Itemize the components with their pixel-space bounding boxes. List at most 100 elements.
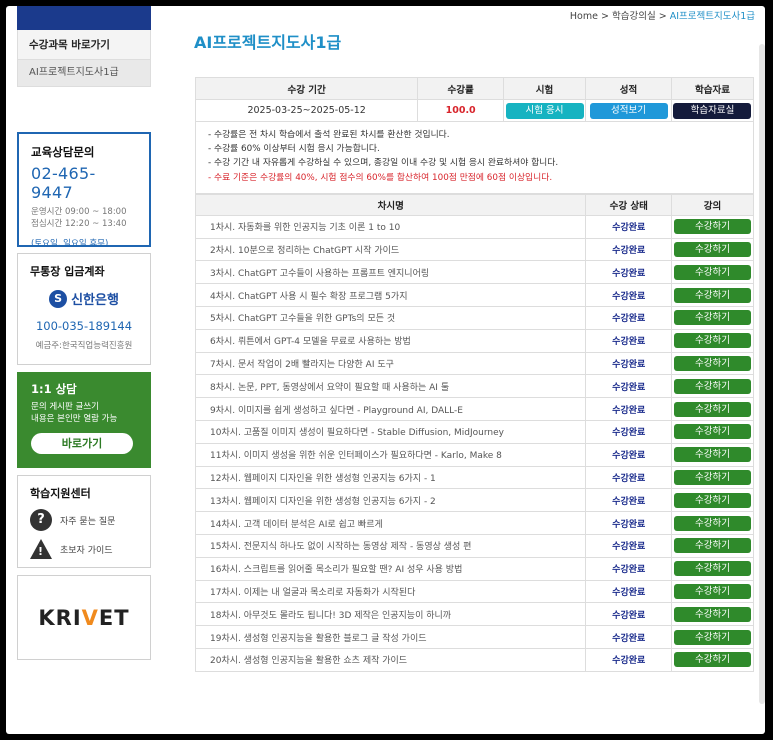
lesson-status: 수강완료 [585,237,672,262]
start-lesson-button[interactable]: 수강하기 [674,469,751,485]
lesson-status: 수강완료 [585,465,672,490]
table-row: 10차시. 고품질 이미지 생성이 필요하다면 - Stable Diffusi… [194,419,754,444]
one-on-one-desc-2: 내용은 본인만 열람 가능 [31,414,118,424]
start-lesson-button[interactable]: 수강하기 [674,538,751,554]
bank-box: 무통장 입금계좌 S 신한은행 100-035-189144 예금주:한국직업능… [17,253,151,365]
contact-holiday: (토요일, 일요일 휴무) [31,239,109,249]
table-row: 17차시. 이제는 내 얼굴과 목소리로 자동화가 시작된다 수강완료 수강하기 [194,579,754,604]
course-content: 수강 기간 수강률 시험 성적 학습자료 2025-03-25~2025-05-… [194,77,755,672]
table-row: 11차시. 이미지 생성을 위한 쉬운 인터페이스가 필요하다면 - Karlo… [194,442,754,467]
lesson-title: 9차시. 이미지를 쉽게 생성하고 싶다면 - Playground AI, D… [194,397,587,421]
lesson-title: 10차시. 고품질 이미지 생성이 필요하다면 - Stable Diffusi… [194,419,587,444]
header-lecture: 강의 [671,193,754,216]
start-lesson-button[interactable]: 수강하기 [674,333,751,349]
one-on-one-go-button[interactable]: 바로가기 [31,433,133,454]
start-lesson-button[interactable]: 수강하기 [674,355,751,371]
lesson-status: 수강완료 [585,556,672,581]
lesson-status: 수강완료 [585,397,672,421]
start-lesson-button[interactable]: 수강하기 [674,424,751,440]
start-lesson-button[interactable]: 수강하기 [674,606,751,622]
start-lesson-button[interactable]: 수강하기 [674,652,751,668]
contact-hours: 운영시간 09:00 ~ 18:00 점심시간 12:20 ~ 13:40 [31,206,137,230]
lesson-title: 6차시. 뤼튼에서 GPT-4 모델을 무료로 사용하는 방법 [194,328,587,353]
lesson-status: 수강완료 [585,351,672,376]
lesson-status: 수강완료 [585,602,672,627]
start-lesson-button[interactable]: 수강하기 [674,492,751,508]
table-row: 1차시. 자동화를 위한 인공지능 기초 이론 1 to 10 수강완료 수강하기 [194,214,754,239]
note-2: - 수강률 60% 이상부터 시험 응시 가능합니다. [208,144,380,155]
start-lesson-button[interactable]: 수강하기 [674,287,751,303]
table-row: 3차시. ChatGPT 고수들이 사용하는 프롬프트 엔지니어링 수강완료 수강하… [194,260,754,285]
course-shortcut-item[interactable]: AI프로젝트지도사1급 [18,60,150,86]
contact-phone: 02-465-9447 [31,164,96,202]
lesson-status: 수강완료 [585,283,672,307]
page-title: AI프로젝트지도사1급 [194,33,342,52]
lesson-status: 수강완료 [585,214,672,239]
start-lesson-button[interactable]: 수강하기 [674,219,751,235]
lessons-header-row: 차시명 수강 상태 강의 [194,193,754,216]
lesson-title: 8차시. 논문, PPT, 동영상에서 요약이 필요할 때 사용하는 AI 툴 [194,374,587,399]
lesson-title: 18차시. 아무것도 몰라도 됩니다! 3D 제작은 인공지능이 하니까 [194,602,587,627]
table-row: 6차시. 뤼튼에서 GPT-4 모델을 무료로 사용하는 방법 수강완료 수강하기 [194,328,754,353]
summary-row: 2025-03-25~2025-05-12 100.0 시험 응시 성적보기 학… [194,99,755,122]
beginner-guide-link[interactable]: ! 초보자 가이드 [30,539,138,559]
breadcrumb-home[interactable]: Home [570,11,598,22]
take-exam-button[interactable]: 시험 응시 [505,102,584,119]
contact-title: 교육상담문의 [31,145,95,159]
lesson-status: 수강완료 [585,488,672,513]
bank-logo: S 신한은행 [30,289,138,308]
lesson-title: 16차시. 스크립트를 읽어줄 목소리가 필요할 땐? AI 성우 사용 방법 [194,556,587,581]
table-row: 19차시. 생성형 인공지능을 활용한 블로그 글 작성 가이드 수강완료 수강하기 [194,625,754,649]
lesson-title: 3차시. ChatGPT 고수들이 사용하는 프롬프트 엔지니어링 [194,260,587,285]
one-on-one-box: 1:1 상담 문의 게시판 글쓰기 내용은 본인만 열람 가능 바로가기 [17,372,151,468]
lesson-title: 4차시. ChatGPT 사용 시 필수 확장 프로그램 5가지 [194,283,587,307]
krivet-logo-box[interactable]: KRIVET [17,575,151,660]
course-notes: - 수강률은 전 차시 학습에서 출석 완료된 차시를 환산한 것입니다. - … [195,122,754,194]
lesson-status: 수강완료 [585,579,672,604]
start-lesson-button[interactable]: 수강하기 [674,629,751,645]
lesson-status: 수강완료 [585,374,672,399]
bank-holder: 예금주:한국직업능력진흥원 [35,341,133,351]
start-lesson-button[interactable]: 수강하기 [674,242,751,257]
materials-button[interactable]: 학습자료실 [673,102,752,119]
breadcrumb-separator: > [658,11,667,22]
header-exam: 시험 [503,77,587,100]
scrollbar[interactable] [759,44,765,704]
table-row: 5차시. ChatGPT 고수들을 위한 GPTs의 모든 것 수강완료 수강하기 [194,306,754,330]
table-row: 7차시. 문서 작업이 2배 빨라지는 다양한 AI 도구 수강완료 수강하기 [194,351,754,376]
one-on-one-title: 1:1 상담 [31,382,77,396]
faq-link[interactable]: ? 자주 묻는 질문 [30,509,138,531]
header-grade: 성적 [585,77,672,100]
contact-box: 교육상담문의 02-465-9447 운영시간 09:00 ~ 18:00 점심… [17,132,151,249]
table-row: 13차시. 웹페이지 디자인을 위한 생성형 인공지능 6가지 - 2 수강완료 수… [194,488,754,513]
course-shortcut-menu: 수강과목 바로가기 AI프로젝트지도사1급 [17,30,151,87]
lesson-title: 19차시. 생성형 인공지능을 활용한 블로그 글 작성 가이드 [194,625,587,649]
contact-hours-operating: 운영시간 09:00 ~ 18:00 [31,207,127,217]
breadcrumb-section[interactable]: 학습강의실 [612,11,656,22]
lesson-title: 5차시. ChatGPT 고수들을 위한 GPTs의 모든 것 [194,306,587,330]
lesson-title: 17차시. 이제는 내 얼굴과 목소리로 자동화가 시작된다 [194,579,587,604]
table-row: 4차시. ChatGPT 사용 시 필수 확장 프로그램 5가지 수강완료 수강하기 [194,283,754,307]
support-center-box: 학습지원센터 ? 자주 묻는 질문 ! 초보자 가이드 [17,475,151,568]
sidebar: 수강과목 바로가기 AI프로젝트지도사1급 [17,6,151,87]
table-row: 14차시. 고객 데이터 분석은 AI로 쉽고 빠르게 수강완료 수강하기 [194,511,754,535]
bank-account: 100-035-189144 [35,319,133,333]
view-grade-button[interactable]: 성적보기 [589,102,668,119]
start-lesson-button[interactable]: 수강하기 [674,447,751,463]
start-lesson-button[interactable]: 수강하기 [674,310,751,326]
browser-frame: 수강과목 바로가기 AI프로젝트지도사1급 교육상담문의 02-465-9447… [6,6,765,734]
start-lesson-button[interactable]: 수강하기 [674,264,751,280]
lesson-title: 2차시. 10분으로 정리하는 ChatGPT 시작 가이드 [194,237,587,262]
shinhan-logo-icon: S [49,289,68,308]
lesson-title: 1차시. 자동화를 위한 인공지능 기초 이론 1 to 10 [194,214,587,239]
start-lesson-button[interactable]: 수강하기 [674,401,751,417]
bank-title: 무통장 입금계좌 [30,265,105,278]
contact-hours-lunch: 점심시간 12:20 ~ 13:40 [31,219,127,229]
start-lesson-button[interactable]: 수강하기 [674,515,751,531]
start-lesson-button[interactable]: 수강하기 [674,583,751,599]
start-lesson-button[interactable]: 수강하기 [674,561,751,577]
header-period: 수강 기간 [194,77,419,100]
course-period: 2025-03-25~2025-05-12 [194,99,419,122]
lesson-status: 수강완료 [585,328,672,353]
start-lesson-button[interactable]: 수강하기 [674,378,751,394]
